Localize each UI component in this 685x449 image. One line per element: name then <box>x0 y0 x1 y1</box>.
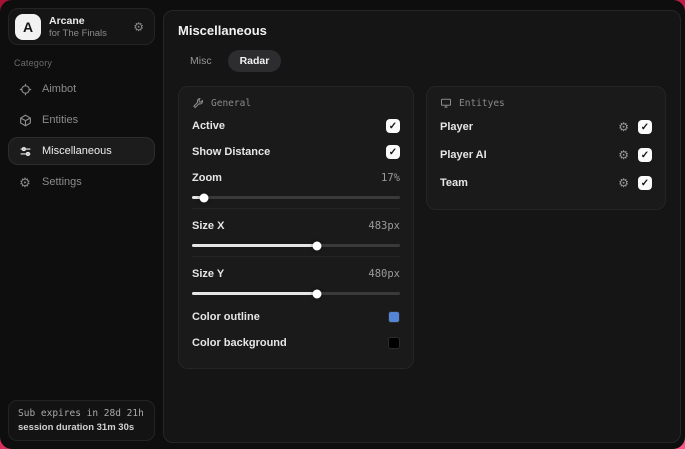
sidebar-nav: Aimbot Entities Miscellaneous ⚙ Settings <box>8 75 155 196</box>
color-row-outline: Color outline <box>192 304 400 330</box>
entity-row-player-ai: Player AI ⚙ ✓ <box>440 141 652 169</box>
sidebar-item-settings[interactable]: ⚙ Settings <box>8 168 155 196</box>
entity-label: Player <box>440 121 474 133</box>
slider-row-size-y: Size Y 480px <box>192 261 400 287</box>
sidebar-item-aimbot[interactable]: Aimbot <box>8 75 155 103</box>
divider <box>192 208 400 209</box>
size-y-value: 480px <box>368 268 400 280</box>
check-icon: ✓ <box>388 120 398 132</box>
toggle-label: Show Distance <box>192 146 271 158</box>
tab-bar: Misc Radar <box>178 50 666 72</box>
color-label: Color outline <box>192 311 260 323</box>
slider-fill <box>192 292 317 295</box>
color-background-swatch[interactable] <box>388 337 400 349</box>
divider <box>192 256 400 257</box>
check-icon: ✓ <box>388 146 398 158</box>
page-title: Miscellaneous <box>178 23 267 38</box>
size-x-slider[interactable] <box>192 241 400 250</box>
gear-icon: ⚙ <box>19 174 31 190</box>
monitor-icon <box>440 98 452 108</box>
entity-row-player: Player ⚙ ✓ <box>440 113 652 141</box>
app-subtitle: for The Finals <box>49 27 107 39</box>
entity-row-team: Team ⚙ ✓ <box>440 169 652 197</box>
zoom-slider[interactable] <box>192 193 400 202</box>
toggle-label: Active <box>192 120 226 132</box>
sidebar-item-miscellaneous[interactable]: Miscellaneous <box>8 137 155 165</box>
session-duration: session duration 31m 30s <box>18 422 135 433</box>
color-row-background: Color background <box>192 330 400 356</box>
entities-card-title: Entityes <box>459 97 505 109</box>
slider-track <box>192 241 400 250</box>
team-checkbox[interactable]: ✓ <box>638 176 652 190</box>
crosshair-icon <box>18 82 32 96</box>
app-window: A Arcane for The Finals ⚙ Category Aimbo… <box>0 0 685 449</box>
slider-label: Size X <box>192 220 225 232</box>
gear-icon[interactable]: ⚙ <box>618 121 629 133</box>
entity-controls: ⚙ ✓ <box>618 148 652 162</box>
slider-label: Size Y <box>192 268 225 280</box>
slider-track <box>192 289 400 298</box>
gear-icon[interactable]: ⚙ <box>618 177 629 189</box>
main-panel: Miscellaneous Misc Radar General Active … <box>163 10 681 443</box>
general-card-header: General <box>192 97 400 109</box>
check-icon: ✓ <box>640 121 650 133</box>
sidebar-item-label: Aimbot <box>42 83 77 95</box>
player-ai-checkbox[interactable]: ✓ <box>638 148 652 162</box>
toggle-row-show-distance: Show Distance ✓ <box>192 139 400 165</box>
subscription-info-box: Sub expires in 28d 21h session duration … <box>8 400 155 441</box>
content-area: General Active ✓ Show Distance ✓ Zoom 17… <box>178 86 666 369</box>
app-name: Arcane <box>49 14 85 27</box>
general-card-title: General <box>211 97 252 109</box>
slider-fill <box>192 244 317 247</box>
app-title-block: Arcane for The Finals <box>49 15 125 39</box>
active-checkbox[interactable]: ✓ <box>386 119 400 133</box>
zoom-value: 17% <box>381 172 400 184</box>
slider-track <box>192 193 400 202</box>
entity-label: Team <box>440 177 468 189</box>
sidebar-account-card[interactable]: A Arcane for The Finals ⚙ <box>8 8 155 45</box>
slider-label: Zoom <box>192 172 222 184</box>
entity-controls: ⚙ ✓ <box>618 176 652 190</box>
tab-misc[interactable]: Misc <box>178 50 224 72</box>
color-outline-swatch[interactable] <box>388 311 400 323</box>
slider-thumb[interactable] <box>199 193 209 202</box>
sidebar-item-label: Miscellaneous <box>42 145 112 157</box>
slider-row-size-x: Size X 483px <box>192 213 400 239</box>
sliders-icon <box>18 144 32 158</box>
entities-card-header: Entityes <box>440 97 652 109</box>
subscription-expiry: Sub expires in 28d 21h <box>18 408 144 419</box>
sidebar-item-label: Settings <box>42 176 82 188</box>
sidebar-item-entities[interactable]: Entities <box>8 106 155 134</box>
sidebar: A Arcane for The Finals ⚙ Category Aimbo… <box>0 0 163 449</box>
size-x-value: 483px <box>368 220 400 232</box>
show-distance-checkbox[interactable]: ✓ <box>386 145 400 159</box>
slider-row-zoom: Zoom 17% <box>192 165 400 191</box>
color-label: Color background <box>192 337 287 349</box>
category-label: Category <box>14 58 53 68</box>
check-icon: ✓ <box>640 177 650 189</box>
slider-thumb[interactable] <box>312 241 322 250</box>
toggle-row-active: Active ✓ <box>192 113 400 139</box>
gear-icon[interactable]: ⚙ <box>618 149 629 161</box>
app-logo: A <box>15 13 41 40</box>
entities-card: Entityes Player ⚙ ✓ Player AI ⚙ ✓ Team ⚙… <box>426 86 666 210</box>
cube-icon <box>18 113 32 127</box>
entity-controls: ⚙ ✓ <box>618 120 652 134</box>
player-checkbox[interactable]: ✓ <box>638 120 652 134</box>
general-card: General Active ✓ Show Distance ✓ Zoom 17… <box>178 86 414 369</box>
wrench-icon <box>193 98 204 109</box>
sidebar-item-label: Entities <box>42 114 79 126</box>
entity-label: Player AI <box>440 149 487 161</box>
size-y-slider[interactable] <box>192 289 400 298</box>
check-icon: ✓ <box>640 149 650 161</box>
slider-thumb[interactable] <box>312 289 322 298</box>
account-settings-icon[interactable]: ⚙ <box>133 21 144 33</box>
tab-radar[interactable]: Radar <box>227 50 282 72</box>
